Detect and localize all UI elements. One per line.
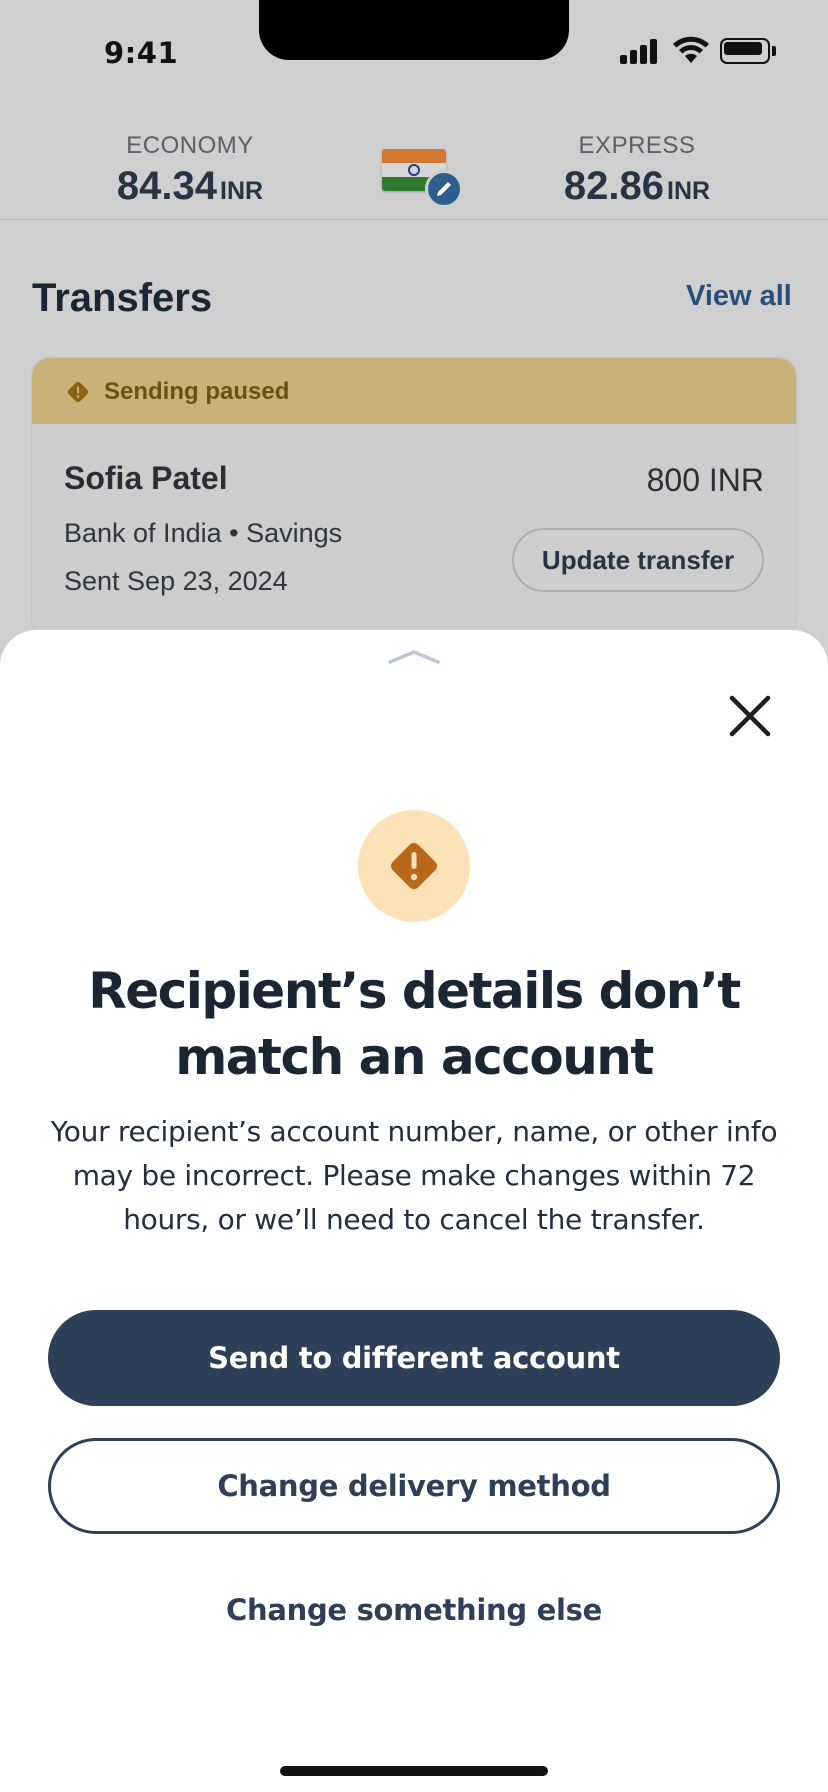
chevron-up-icon[interactable]	[388, 648, 440, 666]
transfer-amount: 800 INR	[646, 462, 764, 498]
economy-value: 84.34 INR	[116, 164, 264, 208]
pencil-icon[interactable]	[425, 170, 463, 208]
close-button[interactable]	[726, 692, 774, 740]
change-delivery-method-button[interactable]: Change delivery method	[48, 1438, 780, 1534]
close-icon	[729, 695, 771, 737]
transfer-card[interactable]: Sending paused Sofia Patel 800 INR Bank …	[32, 358, 796, 638]
sheet-description: Your recipient’s account number, name, o…	[50, 1115, 778, 1236]
status-time: 9:41	[104, 36, 179, 70]
economy-label: ECONOMY	[126, 132, 254, 159]
sheet-heading: Recipient’s details don’t match an accou…	[88, 962, 741, 1086]
change-something-else-button[interactable]: Change something else	[48, 1562, 780, 1658]
economy-rate: ECONOMY 84.34 INR	[70, 132, 310, 209]
transfers-heading: Transfers	[32, 276, 213, 320]
warning-diamond-icon	[391, 843, 437, 889]
warning-diamond-icon	[67, 381, 89, 403]
home-indicator[interactable]	[280, 1766, 548, 1776]
bank-account-info: Bank of India • Savings	[64, 518, 343, 548]
warning-badge	[358, 810, 470, 922]
cellular-signal-icon	[620, 38, 658, 64]
battery-icon	[720, 38, 776, 64]
express-label: EXPRESS	[578, 132, 696, 159]
wifi-icon	[672, 36, 710, 64]
status-bar: 9:41	[0, 0, 828, 100]
sending-paused-banner: Sending paused	[32, 358, 796, 424]
update-transfer-button[interactable]: Update transfer	[512, 528, 764, 592]
send-to-different-account-button[interactable]: Send to different account	[48, 1310, 780, 1406]
recipient-name: Sofia Patel	[64, 460, 228, 496]
express-value: 82.86 INR	[563, 164, 711, 208]
view-all-link[interactable]: View all	[686, 280, 792, 313]
express-rate: EXPRESS 82.86 INR	[517, 132, 757, 209]
sending-paused-text: Sending paused	[104, 378, 290, 405]
sent-date: Sent Sep 23, 2024	[64, 566, 288, 596]
notch	[259, 0, 569, 60]
bottom-sheet: Recipient’s details don’t match an accou…	[0, 630, 828, 1792]
